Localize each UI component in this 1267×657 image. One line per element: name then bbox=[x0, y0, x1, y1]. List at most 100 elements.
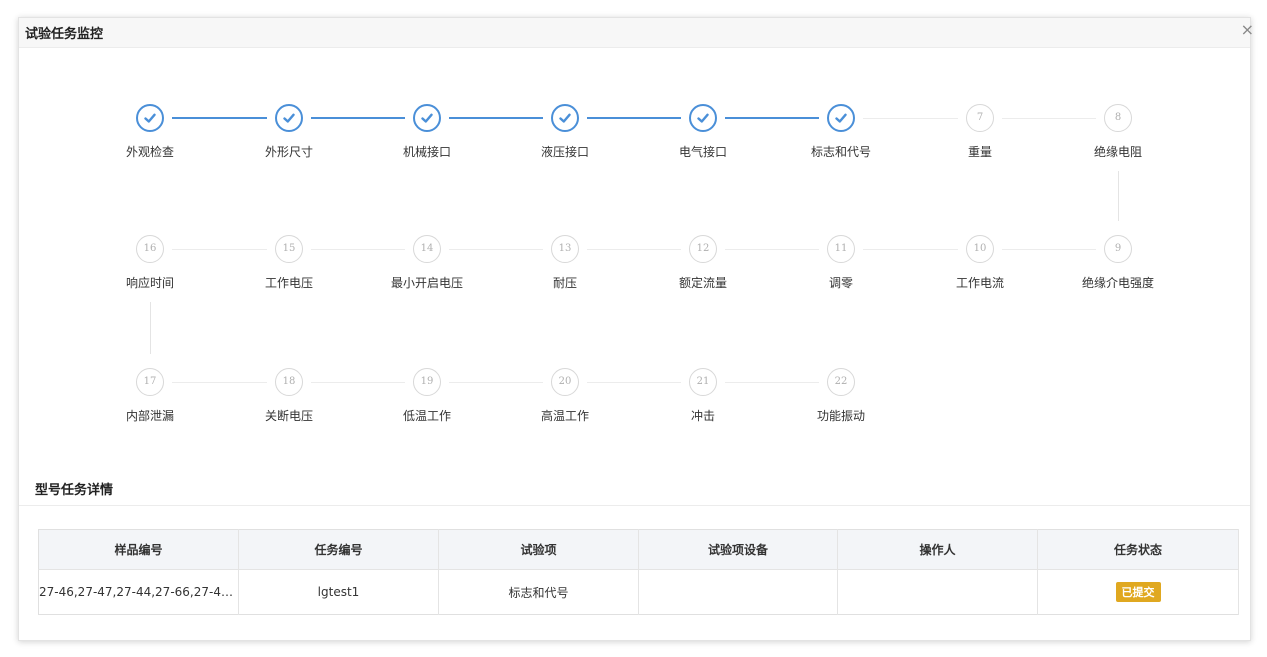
table-row[interactable]: 27-46,27-47,27-44,27-66,27-45,2… lgtest1… bbox=[38, 569, 1239, 615]
step-number: 19 bbox=[420, 376, 434, 387]
step-label: 冲击 bbox=[690, 409, 715, 423]
status-badge: 已提交 bbox=[1115, 582, 1161, 602]
step-number: 12 bbox=[696, 243, 710, 254]
step-connector bbox=[863, 118, 958, 119]
step-connector bbox=[172, 382, 267, 383]
col-header-device: 试验项设备 bbox=[638, 529, 838, 570]
step-label: 电气接口 bbox=[678, 145, 727, 159]
step-number: 13 bbox=[558, 243, 572, 254]
step-14[interactable]: 14 bbox=[413, 235, 441, 263]
step-5[interactable] bbox=[689, 104, 717, 132]
step-number: 8 bbox=[1114, 112, 1122, 123]
step-number: 10 bbox=[973, 243, 987, 254]
step-label: 关断电压 bbox=[264, 409, 313, 423]
col-header-task: 任务编号 bbox=[238, 529, 439, 570]
step-connector bbox=[587, 117, 681, 119]
step-connector bbox=[449, 117, 543, 119]
check-icon bbox=[835, 113, 847, 123]
check-icon bbox=[421, 113, 433, 123]
step-1[interactable] bbox=[136, 104, 164, 132]
close-icon[interactable]: × bbox=[1241, 20, 1254, 39]
step-connector bbox=[172, 249, 267, 250]
step-19[interactable]: 19 bbox=[413, 368, 441, 396]
check-icon bbox=[144, 113, 156, 123]
step-label: 工作电压 bbox=[264, 276, 313, 290]
step-connector bbox=[1118, 171, 1119, 221]
step-label: 机械接口 bbox=[402, 145, 451, 159]
step-number: 7 bbox=[976, 112, 984, 123]
step-number: 18 bbox=[282, 376, 296, 387]
step-20[interactable]: 20 bbox=[551, 368, 579, 396]
step-number: 11 bbox=[834, 243, 848, 254]
step-connector bbox=[725, 382, 819, 383]
divider bbox=[19, 505, 1250, 506]
step-label: 调零 bbox=[828, 276, 853, 290]
step-7[interactable]: 7 bbox=[966, 104, 994, 132]
step-label: 工作电流 bbox=[955, 276, 1004, 290]
step-label: 重量 bbox=[967, 145, 992, 159]
section-title: 型号任务详情 bbox=[35, 483, 114, 498]
step-12[interactable]: 12 bbox=[689, 235, 717, 263]
step-label: 最小开启电压 bbox=[390, 276, 463, 290]
step-connector bbox=[449, 249, 543, 250]
step-label: 绝缘介电强度 bbox=[1081, 276, 1154, 290]
step-label: 高温工作 bbox=[540, 409, 589, 423]
step-15[interactable]: 15 bbox=[275, 235, 303, 263]
col-header-item: 试验项 bbox=[438, 529, 639, 570]
step-22[interactable]: 22 bbox=[827, 368, 855, 396]
step-connector bbox=[172, 117, 267, 119]
col-header-operator: 操作人 bbox=[837, 529, 1038, 570]
step-label: 液压接口 bbox=[540, 145, 589, 159]
check-icon bbox=[559, 113, 571, 123]
step-10[interactable]: 10 bbox=[966, 235, 994, 263]
step-label: 内部泄漏 bbox=[125, 409, 174, 423]
dialog-header: 试验任务监控 × bbox=[19, 18, 1254, 48]
step-connector bbox=[725, 117, 819, 119]
check-icon bbox=[283, 113, 295, 123]
step-9[interactable]: 9 bbox=[1104, 235, 1132, 263]
col-header-status: 任务状态 bbox=[1037, 529, 1239, 570]
step-number: 15 bbox=[282, 243, 296, 254]
task-monitor-dialog: 试验任务监控 × 外观检查 外形尺寸 机械接口 液压接口 电气接口 标志和代号 7 重量 8 绝缘… bbox=[18, 17, 1254, 641]
step-16[interactable]: 16 bbox=[136, 235, 164, 263]
step-connector bbox=[725, 249, 819, 250]
step-label: 耐压 bbox=[552, 276, 577, 290]
dialog-title: 试验任务监控 bbox=[25, 27, 104, 42]
step-connector bbox=[587, 249, 681, 250]
step-label: 功能振动 bbox=[816, 409, 865, 423]
step-6[interactable] bbox=[827, 104, 855, 132]
step-18[interactable]: 18 bbox=[275, 368, 303, 396]
cell-task: lgtest1 bbox=[238, 569, 439, 615]
step-connector bbox=[311, 249, 405, 250]
step-2[interactable] bbox=[275, 104, 303, 132]
step-connector bbox=[449, 382, 543, 383]
step-17[interactable]: 17 bbox=[136, 368, 164, 396]
cell-sample: 27-46,27-47,27-44,27-66,27-45,2… bbox=[38, 569, 239, 615]
step-label: 外观检查 bbox=[125, 145, 174, 159]
cell-item: 标志和代号 bbox=[438, 569, 639, 615]
step-4[interactable] bbox=[551, 104, 579, 132]
cell-status: 已提交 bbox=[1037, 569, 1239, 615]
check-icon bbox=[697, 113, 709, 123]
step-connector bbox=[863, 249, 958, 250]
step-8[interactable]: 8 bbox=[1104, 104, 1132, 132]
step-label: 额定流量 bbox=[678, 276, 727, 290]
table-header-row: 样品编号 任务编号 试验项 试验项设备 操作人 任务状态 bbox=[38, 529, 1239, 570]
step-connector bbox=[587, 382, 681, 383]
step-connector bbox=[150, 302, 151, 354]
step-13[interactable]: 13 bbox=[551, 235, 579, 263]
step-number: 9 bbox=[1114, 243, 1122, 254]
step-11[interactable]: 11 bbox=[827, 235, 855, 263]
details-table: 样品编号 任务编号 试验项 试验项设备 操作人 任务状态 27-46,27-47… bbox=[38, 529, 1239, 615]
step-number: 21 bbox=[696, 376, 710, 387]
step-label: 低温工作 bbox=[402, 409, 451, 423]
step-label: 外形尺寸 bbox=[264, 145, 313, 159]
step-label: 响应时间 bbox=[125, 276, 174, 290]
step-number: 22 bbox=[834, 376, 848, 387]
cell-device bbox=[638, 569, 838, 615]
step-21[interactable]: 21 bbox=[689, 368, 717, 396]
step-label: 标志和代号 bbox=[810, 145, 871, 159]
step-number: 16 bbox=[143, 243, 157, 254]
step-connector bbox=[311, 117, 405, 119]
step-3[interactable] bbox=[413, 104, 441, 132]
